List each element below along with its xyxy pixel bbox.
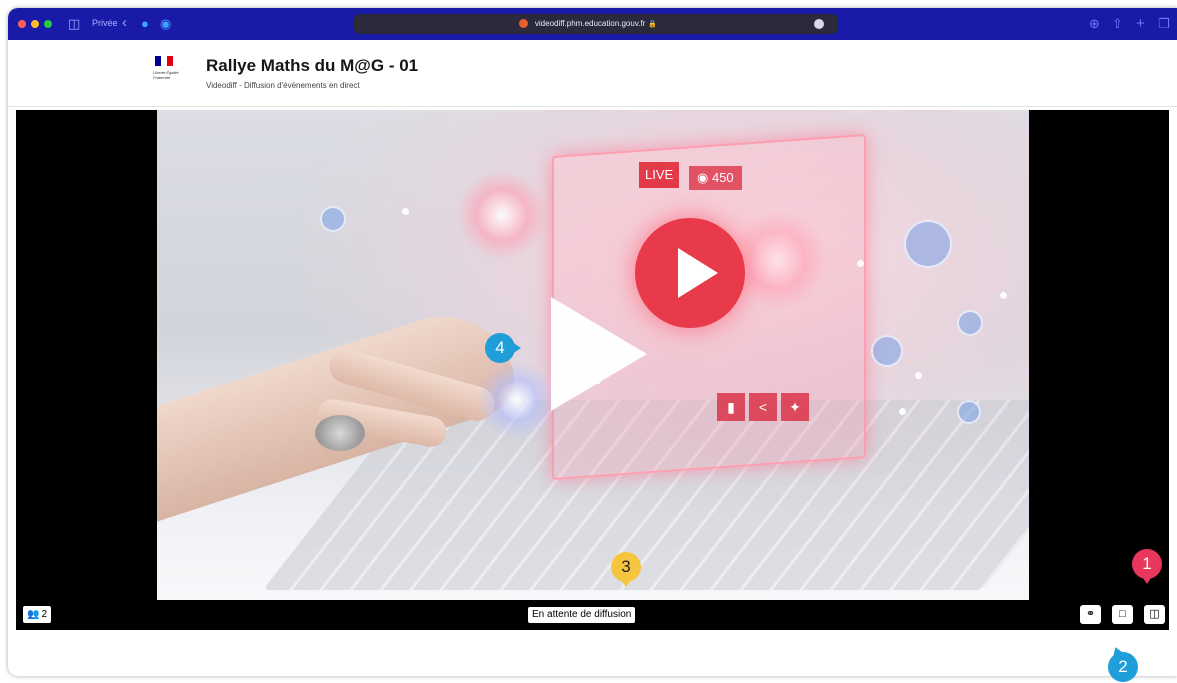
glow-effect — [477, 360, 557, 440]
share-icon: < — [749, 393, 777, 421]
headset-icon: ⚭ — [1085, 608, 1096, 620]
close-window-button[interactable] — [18, 20, 26, 28]
more-options-icon[interactable] — [814, 19, 824, 29]
spark — [402, 208, 409, 215]
network-node — [871, 335, 903, 367]
french-flag-icon — [155, 56, 173, 66]
callout-marker: 2 — [1108, 652, 1138, 682]
spark — [857, 260, 864, 267]
extension-icon[interactable]: ◉ — [160, 17, 171, 31]
network-node — [957, 310, 983, 336]
network-node — [320, 206, 346, 232]
site-header: Liberté Égalité Fraternité Rallye Maths … — [8, 40, 1177, 107]
logo-motto: Liberté Égalité Fraternité — [153, 70, 179, 80]
red-play-icon — [635, 218, 745, 328]
ring-image — [315, 415, 365, 451]
url-text: videodiff.phm.education.gouv.fr — [534, 19, 646, 28]
new-tab-icon[interactable]: + — [1136, 16, 1145, 31]
republique-francaise-logo[interactable]: Liberté Égalité Fraternité — [151, 56, 181, 92]
player-control-bar: 👥 2 En attente de diffusion ⚭ □ ◫ — [16, 600, 1169, 630]
view-count: 450 — [711, 170, 734, 185]
share-icon[interactable]: ⇧ — [1112, 17, 1123, 31]
callout-marker: 4 — [485, 333, 521, 363]
document-icon: □ — [1119, 608, 1126, 620]
minimize-window-button[interactable] — [31, 20, 39, 28]
private-label: Privée — [92, 18, 118, 28]
lock-icon: 🔒 — [648, 21, 658, 28]
spark — [1000, 292, 1007, 299]
page-subtitle: Videodiff - Diffusion d'évènements en di… — [206, 81, 360, 90]
browser-window: ◫ Privée ‹ ● ◉ videodiff.phm.education.g… — [8, 8, 1177, 676]
spark — [915, 372, 922, 379]
live-badge: LIVE — [639, 162, 680, 188]
network-node — [904, 220, 952, 268]
fullscreen-icon: ✦ — [781, 393, 809, 421]
video-player[interactable]: LIVE ◉ 450 ▮ < ✦ 30 👥 2 En attente de di… — [16, 110, 1169, 630]
browser-titlebar: ◫ Privée ‹ ● ◉ videodiff.phm.education.g… — [8, 8, 1177, 40]
extension-icon[interactable]: ● — [141, 17, 149, 31]
support-button[interactable]: ⚭ — [1080, 605, 1101, 624]
chat-button[interactable]: ◫ — [1144, 605, 1165, 624]
viewer-count: 2 — [41, 609, 48, 620]
broadcast-status: En attente de diffusion — [528, 607, 636, 623]
document-button[interactable]: □ — [1112, 605, 1133, 624]
volume-icon: ▮ — [717, 393, 745, 421]
sidebar-icon[interactable]: ◫ — [68, 17, 80, 31]
viewer-count-badge: 👥 2 — [23, 606, 52, 623]
page-title: Rallye Maths du M@G - 01 — [206, 56, 419, 75]
zoom-window-button[interactable] — [44, 20, 52, 28]
play-icon[interactable] — [551, 297, 647, 411]
address-bar[interactable]: videodiff.phm.education.gouv.fr 🔒 — [354, 14, 838, 34]
tabs-overview-icon[interactable]: ❐ — [1158, 17, 1170, 31]
spark — [899, 408, 906, 415]
users-icon: 👥 — [27, 609, 40, 620]
video-poster[interactable]: LIVE ◉ 450 ▮ < ✦ 30 — [157, 110, 1029, 600]
back-icon[interactable]: ‹ — [122, 15, 127, 30]
network-node — [957, 400, 981, 424]
chat-icon: ◫ — [1149, 608, 1160, 620]
light-burst — [457, 170, 547, 260]
callout-marker: 3 — [611, 552, 641, 587]
view-count-badge: ◉ 450 — [689, 166, 742, 190]
callout-marker: 1 — [1132, 549, 1162, 584]
download-icon[interactable]: ⊕ — [1089, 17, 1100, 31]
